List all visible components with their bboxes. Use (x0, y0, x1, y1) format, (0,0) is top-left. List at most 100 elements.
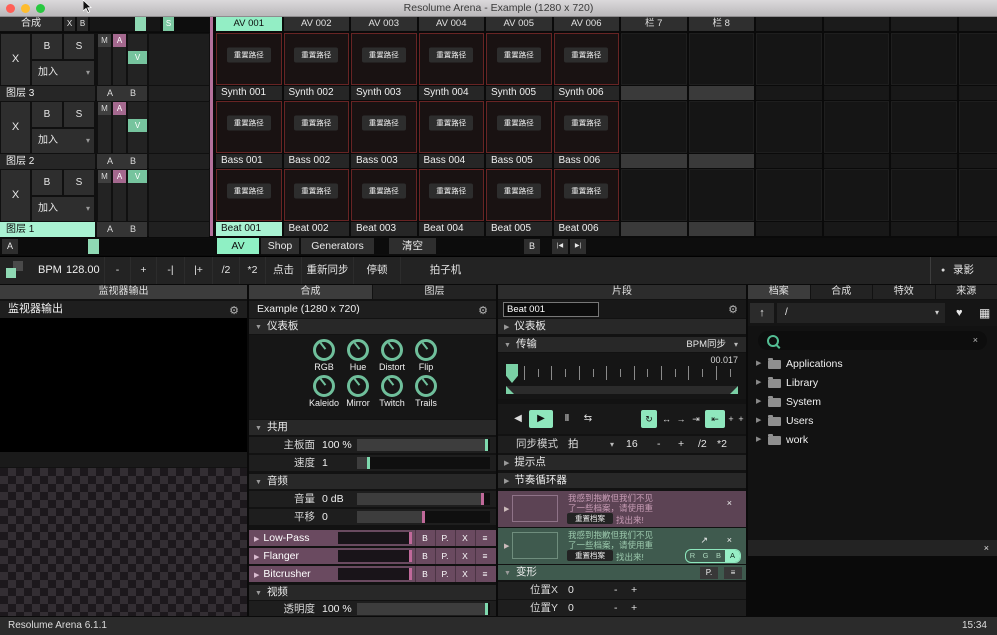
reset-file-button[interactable]: 重置档案 (567, 513, 613, 524)
layer-opacity-fader[interactable] (149, 102, 209, 153)
clip-thumbnail[interactable]: 重置路径 (351, 169, 417, 221)
clip-cell[interactable]: 重置路径Synth 002 (284, 33, 350, 100)
empty-clip-name[interactable] (959, 154, 997, 168)
clip-cell[interactable]: 重置路径Synth 006 (554, 33, 620, 100)
param-value[interactable]: 1 (322, 455, 328, 471)
missing-effect-row-2[interactable]: ▶我感到抱歉但我们不见了一些档案，请使用重重置档案找出来!↗RGBA× (498, 528, 746, 564)
knob-Hue[interactable]: Hue (341, 339, 375, 373)
tempo-button-重新同步[interactable]: 重新同步 (301, 257, 353, 284)
clip-name[interactable]: Bass 006 (554, 154, 620, 168)
knob-Trails[interactable]: Trails (409, 375, 443, 409)
gear-icon[interactable]: ⚙ (728, 303, 738, 316)
params-button[interactable]: P. (700, 567, 718, 579)
folder-row-System[interactable]: ▶System (748, 393, 997, 411)
channel-R[interactable]: R (686, 550, 699, 562)
layer-bypass-button[interactable]: B (32, 34, 62, 59)
section-cuepoints[interactable]: ▶提示点 (498, 455, 746, 470)
layer-name[interactable]: 图层 3 (0, 86, 95, 101)
clip-cell[interactable]: 重置路径Synth 005 (486, 33, 552, 100)
clip-name[interactable]: Synth 006 (554, 86, 620, 100)
layer-v-handle[interactable]: V (128, 119, 147, 132)
tempo-button--|[interactable]: -| (156, 257, 184, 284)
timeline-playhead[interactable] (506, 364, 518, 383)
clip-cell[interactable] (959, 101, 997, 168)
beats-double-button[interactable]: *2 (717, 436, 727, 453)
reset-path-button[interactable]: 重置路径 (227, 48, 271, 63)
clip-cell[interactable] (959, 169, 997, 236)
layer-name-fader[interactable] (149, 222, 209, 237)
knob-RGB[interactable]: RGB (307, 339, 341, 373)
tab-图层[interactable]: 图层 (373, 285, 496, 299)
knob-Flip[interactable]: Flip (409, 339, 443, 373)
layer-b-assign[interactable]: B (130, 154, 136, 169)
empty-clip-slot[interactable] (621, 101, 687, 153)
layer-blend-dropdown[interactable]: 加入▾ (32, 197, 94, 221)
restart-mode-icon[interactable]: ⇤ (705, 410, 725, 428)
empty-clip-slot[interactable] (891, 169, 957, 221)
clip-cell[interactable]: 重置路径Beat 005 (486, 169, 552, 236)
empty-clip-slot[interactable] (959, 33, 997, 85)
folder-row-work[interactable]: ▶work (748, 431, 997, 449)
play-once-icon[interactable]: → (675, 410, 687, 428)
clip-name[interactable]: Synth 004 (419, 86, 485, 100)
folder-row-Library[interactable]: ▶Library (748, 374, 997, 392)
bounce-mode-icon[interactable]: ↔ (660, 410, 673, 428)
knob-dial[interactable] (415, 375, 437, 397)
tab-特效[interactable]: 特效 (873, 285, 935, 299)
layer-a-assign[interactable]: A (107, 86, 113, 101)
param-value[interactable]: 100 % (322, 601, 352, 616)
layer-name[interactable]: 图层 1 (0, 222, 95, 237)
clip-thumbnail[interactable]: 重置路径 (216, 101, 282, 153)
transport-mode-dropdown[interactable]: BPM同步 (686, 337, 726, 352)
section-common[interactable]: ▼共用 (249, 420, 496, 435)
deck-tab-AV[interactable]: AV (217, 238, 259, 254)
clip-cell[interactable] (824, 101, 890, 168)
reset-path-button[interactable]: 重置路径 (497, 48, 541, 63)
clip-name[interactable]: Beat 006 (554, 222, 620, 236)
empty-clip-name[interactable] (756, 222, 822, 236)
knob-dial[interactable] (381, 375, 403, 397)
param-slider[interactable] (357, 511, 490, 523)
clip-cell[interactable] (621, 169, 687, 236)
column-header-1[interactable]: AV 001 (216, 17, 282, 31)
empty-clip-name[interactable] (621, 154, 687, 168)
clip-thumbnail[interactable]: 重置路径 (216, 33, 282, 85)
gear-icon[interactable]: ⚙ (478, 303, 488, 320)
effect-row-Bitcrusher[interactable]: ▶BitcrusherBP.X≡ (249, 566, 496, 582)
clip-cell[interactable]: 重置路径Beat 004 (419, 169, 485, 236)
empty-clip-slot[interactable] (689, 33, 755, 85)
loop-range-bar[interactable] (506, 386, 738, 394)
layer-b-assign[interactable]: B (130, 86, 136, 101)
column-header-6[interactable]: AV 006 (554, 17, 620, 31)
tab-来源[interactable]: 来源 (936, 285, 997, 299)
clip-name-input[interactable] (503, 302, 599, 317)
clip-thumbnail[interactable]: 重置路径 (486, 169, 552, 221)
effect-button-B[interactable]: B (415, 566, 434, 582)
close-icon[interactable]: × (727, 535, 732, 545)
empty-clip-name[interactable] (824, 86, 890, 100)
empty-clip-name[interactable] (689, 154, 755, 168)
close-icon[interactable]: × (984, 540, 989, 556)
empty-clip-slot[interactable] (756, 169, 822, 221)
column-header-11[interactable] (891, 17, 957, 31)
empty-clip-name[interactable] (891, 86, 957, 100)
crossfader-handle[interactable] (88, 239, 99, 254)
expand-icon[interactable]: ▶ (756, 431, 761, 449)
knob-Distort[interactable]: Distort (375, 339, 409, 373)
clip-name[interactable]: Beat 003 (351, 222, 417, 236)
bpm-value[interactable]: 128.00 (66, 257, 100, 284)
clip-name[interactable]: Bass 003 (351, 154, 417, 168)
empty-clip-name[interactable] (756, 154, 822, 168)
tempo-button-*2[interactable]: *2 (239, 257, 265, 284)
folder-row-Applications[interactable]: ▶Applications (748, 355, 997, 373)
column-header-4[interactable]: AV 004 (419, 17, 485, 31)
clip-thumbnail[interactable]: 重置路径 (419, 169, 485, 221)
knob-dial[interactable] (313, 339, 335, 361)
deck-tab-Generators[interactable]: Generators (301, 238, 374, 254)
layer-ab-assign[interactable]: AB (97, 86, 147, 101)
layer-solo-button[interactable]: S (64, 34, 94, 59)
clip-name[interactable]: Beat 004 (419, 222, 485, 236)
effect-button-B[interactable]: B (415, 548, 434, 564)
path-dropdown[interactable]: / ▾ (777, 303, 945, 323)
reset-path-button[interactable]: 重置路径 (497, 184, 541, 199)
